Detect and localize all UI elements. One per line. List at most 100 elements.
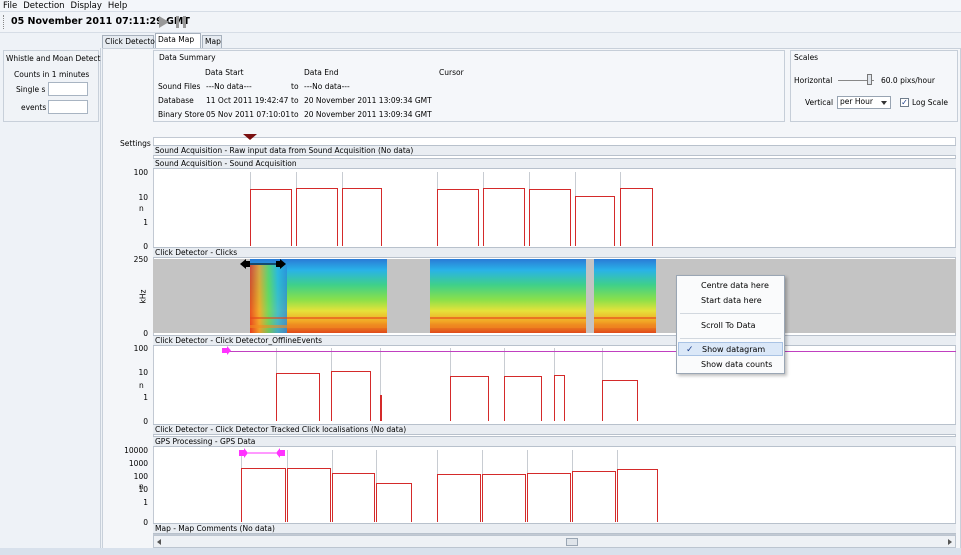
panel-title-clicks[interactable]: Click Detector - Clicks — [153, 247, 956, 258]
whistle-moan-box: Whistle and Moan Detect Counts in 1 minu… — [3, 50, 101, 122]
menu-separator — [680, 338, 781, 339]
horizontal-scale-value: 60.0 pixs/hour — [881, 76, 935, 85]
grid-line — [296, 172, 297, 189]
count-bar — [376, 483, 412, 522]
sound-files-start: ---No data--- — [206, 82, 252, 91]
single-label: Single s — [16, 85, 46, 94]
tab-map[interactable]: Map — [202, 35, 222, 48]
tab-data-map[interactable]: Data Map — [155, 33, 201, 48]
clicks-range-arrows-icon[interactable] — [238, 258, 288, 270]
count-bar — [602, 379, 638, 421]
panel-title-gps[interactable]: GPS Processing - GPS Data — [153, 436, 956, 447]
y-tick: 1 — [143, 393, 148, 402]
scroll-left-icon[interactable] — [157, 539, 161, 545]
grid-line — [450, 348, 451, 377]
y-tick: 0 — [143, 329, 148, 338]
menu-bar: File Detection Display Help — [0, 0, 961, 12]
panel-title-offline-events[interactable]: Click Detector - Click Detector_OfflineE… — [153, 335, 956, 346]
count-bar — [617, 468, 658, 522]
panel-title-map-comments[interactable]: Map - Map Comments (No data) — [153, 523, 956, 534]
spectrogram-gap — [387, 259, 430, 333]
y-axis-label: n — [139, 482, 144, 491]
count-bar — [450, 376, 489, 421]
y-axis-label: n — [139, 381, 144, 390]
menu-display[interactable]: Display — [71, 1, 102, 11]
grid-line — [250, 172, 251, 190]
magenta-arrow-icon[interactable] — [222, 346, 232, 355]
menu-help[interactable]: Help — [108, 1, 127, 11]
scrollbar-thumb[interactable] — [566, 538, 578, 546]
vertical-scale-select[interactable]: per Hour — [837, 96, 891, 109]
database-end: 20 November 2011 13:09:34 GMT — [304, 96, 432, 105]
panel-title-raw-sound[interactable]: Sound Acquisition - Raw input data from … — [153, 145, 956, 156]
menu-show-datagram[interactable]: ✓ Show datagram — [678, 342, 783, 356]
y-tick: 0 — [143, 518, 148, 527]
panel-title-sound-acquisition[interactable]: Sound Acquisition - Sound Acquisition — [153, 158, 956, 169]
grid-line — [575, 172, 576, 196]
log-scale-checkbox[interactable]: ✓ — [900, 98, 909, 107]
grid-line — [529, 172, 530, 189]
horizontal-label: Horizontal — [794, 76, 833, 85]
panel-title-tracked-clicks[interactable]: Click Detector - Click Detector Tracked … — [153, 424, 956, 435]
grid-line — [376, 450, 377, 484]
spectrogram-band — [250, 317, 656, 319]
y-tick: 10 — [138, 193, 148, 202]
binary-store-end: 20 November 2011 13:09:34 GMT — [304, 110, 432, 119]
count-bar — [276, 373, 320, 421]
binary-store-start: 05 Nov 2011 07:10:01 — [206, 110, 291, 119]
tab-click-detector[interactable]: Click Detector — [102, 35, 158, 48]
grid-line — [380, 348, 381, 395]
settings-label[interactable]: Settings — [120, 139, 151, 148]
menu-item-label: Show data counts — [701, 360, 773, 369]
gps-range-arrows-icon[interactable] — [239, 448, 285, 458]
whistle-moan-title: Whistle and Moan Detect — [6, 54, 101, 63]
menu-centre-data-here[interactable]: Centre data here — [678, 279, 783, 293]
events-label: events — [21, 103, 47, 112]
menu-scroll-to-data[interactable]: Scroll To Data — [678, 319, 783, 333]
log-scale-label: Log Scale — [912, 98, 948, 107]
count-bar — [287, 467, 331, 522]
count-bar — [437, 473, 481, 522]
horizontal-scale-slider[interactable] — [867, 74, 872, 85]
left-panel: Whistle and Moan Detect Counts in 1 minu… — [0, 48, 101, 555]
menu-start-data-here[interactable]: Start data here — [678, 294, 783, 308]
taskbar — [0, 548, 961, 555]
y-axis-label: kHz — [138, 289, 148, 304]
count-bar — [342, 188, 382, 246]
time-cursor-marker[interactable] — [243, 134, 257, 140]
count-bar — [554, 374, 565, 421]
count-bar — [482, 473, 526, 522]
horizontal-scrollbar[interactable] — [153, 535, 956, 548]
sound-files-to: to — [291, 82, 299, 91]
count-bar — [483, 188, 525, 246]
events-field[interactable] — [48, 100, 88, 114]
menu-file[interactable]: File — [3, 1, 17, 11]
spectrogram-block — [430, 259, 586, 333]
context-menu: Centre data here Start data here Scroll … — [676, 275, 785, 374]
data-start-header: Data Start — [205, 68, 244, 77]
pause-icon[interactable] — [176, 16, 186, 28]
y-tick: 1 — [143, 218, 148, 227]
single-field[interactable] — [48, 82, 88, 96]
scroll-right-icon[interactable] — [948, 539, 952, 545]
data-summary-title: Data Summary — [159, 53, 216, 62]
vertical-label: Vertical — [805, 98, 834, 107]
grid-line — [620, 172, 621, 188]
spectrogram-band — [250, 325, 656, 328]
count-bar — [620, 187, 653, 246]
menu-item-label: Start data here — [701, 296, 762, 305]
database-label: Database — [158, 96, 194, 105]
play-icon[interactable] — [159, 16, 169, 28]
grid-line — [287, 450, 288, 468]
menu-show-data-counts[interactable]: Show data counts — [678, 358, 783, 372]
y-tick: 100 — [133, 472, 148, 481]
count-bar — [527, 472, 571, 522]
toolbar-grip[interactable] — [3, 15, 5, 29]
count-bar — [572, 470, 616, 522]
offline-events-baseline — [228, 351, 956, 352]
spectrogram-block-hot — [250, 265, 287, 333]
menu-detection[interactable]: Detection — [23, 1, 64, 11]
grid-line — [602, 348, 603, 380]
count-bar — [332, 473, 375, 522]
y-tick: 250 — [133, 255, 148, 264]
